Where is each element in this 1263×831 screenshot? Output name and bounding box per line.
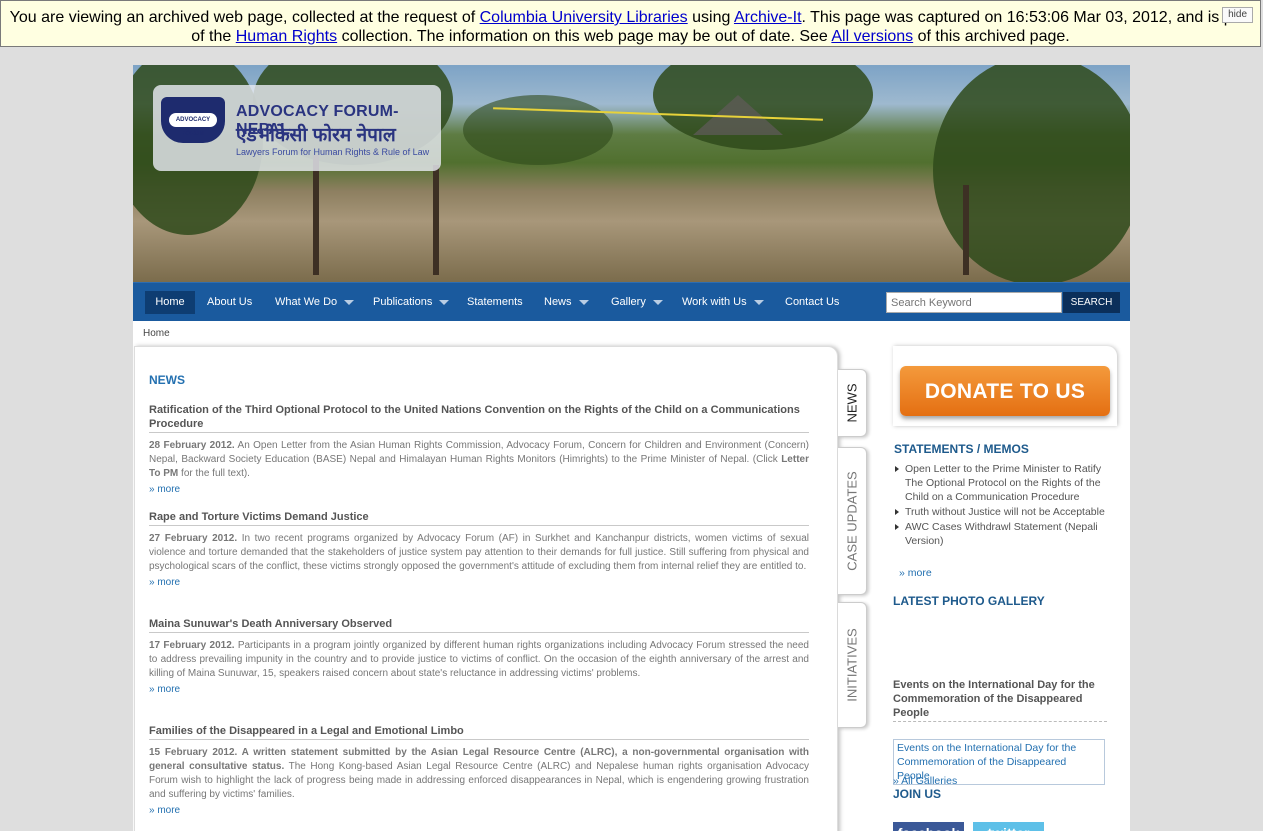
nav-what-we-do[interactable]: What We Do	[275, 291, 355, 314]
news-article: Rape and Torture Victims Demand Justice …	[149, 510, 809, 588]
tab-case-updates[interactable]: CASE UPDATES	[838, 447, 867, 595]
hide-banner-button[interactable]: hide	[1222, 7, 1253, 23]
article-summary: 27 February 2012. In two recent programs…	[149, 533, 809, 572]
search-input[interactable]	[886, 292, 1062, 313]
gallery-title[interactable]: Events on the International Day for the …	[893, 678, 1107, 722]
chevron-down-icon	[652, 299, 663, 305]
chevron-down-icon	[344, 299, 355, 305]
list-item[interactable]: Truth without Justice will not be Accept…	[894, 505, 1108, 519]
nav-contact-us[interactable]: Contact Us	[785, 291, 839, 314]
nav-work-with-us[interactable]: Work with Us	[682, 291, 764, 314]
statements-list: Open Letter to the Prime Minister to Rat…	[894, 462, 1108, 549]
chevron-down-icon	[439, 299, 450, 305]
article-title[interactable]: Families of the Disappeared in a Legal a…	[149, 724, 809, 740]
banner-text-2: using	[687, 9, 734, 26]
donate-panel: DONATE TO US	[893, 346, 1117, 426]
statements-more-link[interactable]: » more	[899, 567, 932, 579]
facebook-button[interactable]: facebook	[893, 822, 964, 831]
donate-button[interactable]: DONATE TO US	[900, 366, 1110, 416]
nav-news[interactable]: News	[544, 291, 589, 314]
twitter-button[interactable]: twitter	[973, 822, 1044, 831]
gallery-heading: LATEST PHOTO GALLERY	[893, 594, 1045, 608]
main-nav: Home About Us What We Do Publications St…	[133, 282, 1130, 321]
search-button[interactable]: SEARCH	[1063, 292, 1120, 313]
statements-heading: STATEMENTS / MEMOS	[894, 442, 1029, 456]
logo-emblem-icon: ADVOCACY FORUM	[161, 97, 225, 143]
site-logo[interactable]: ADVOCACY FORUM ADVOCACY FORUM-NEPAL एडभो…	[153, 85, 441, 171]
news-heading: NEWS	[149, 373, 185, 387]
chevron-down-icon	[753, 299, 764, 305]
chevron-down-icon	[578, 299, 589, 305]
nav-gallery-label: Gallery	[611, 296, 646, 308]
nav-news-label: News	[544, 296, 572, 308]
tab-news[interactable]: NEWS	[838, 369, 867, 437]
join-us-heading: JOIN US	[893, 787, 942, 801]
banner-text-1: You are viewing an archived web page, co…	[9, 9, 480, 26]
nav-gallery[interactable]: Gallery	[611, 291, 663, 314]
nav-about-us[interactable]: About Us	[207, 291, 252, 314]
read-more-link[interactable]: » more	[149, 684, 809, 695]
list-item[interactable]: AWC Cases Withdrawl Statement (Nepali Ve…	[894, 520, 1108, 548]
article-summary: 15 February 2012. A written statement su…	[149, 747, 809, 800]
article-title[interactable]: Maina Sunuwar's Death Anniversary Observ…	[149, 617, 809, 633]
read-more-link[interactable]: » more	[149, 484, 809, 495]
archive-banner: You are viewing an archived web page, co…	[0, 0, 1261, 47]
article-title[interactable]: Rape and Torture Victims Demand Justice	[149, 510, 809, 526]
header-banner-photo: ADVOCACY FORUM ADVOCACY FORUM-NEPAL एडभो…	[133, 65, 1130, 282]
news-article: Families of the Disappeared in a Legal a…	[149, 724, 809, 816]
archive-it-link[interactable]: Archive-It	[734, 9, 802, 26]
news-panel: NEWS Ratification of the Third Optional …	[134, 346, 838, 831]
article-summary: 28 February 2012. An Open Letter from th…	[149, 440, 810, 479]
sidebar: DONATE TO US STATEMENTS / MEMOS Open Let…	[890, 346, 1120, 831]
banner-text-4: collection. The information on this web …	[337, 28, 832, 45]
nav-home[interactable]: Home	[145, 291, 195, 314]
logo-tagline: Lawyers Forum for Human Rights & Rule of…	[236, 147, 430, 157]
columbia-libraries-link[interactable]: Columbia University Libraries	[480, 9, 688, 26]
all-versions-link[interactable]: All versions	[831, 28, 913, 45]
nav-statements[interactable]: Statements	[467, 291, 523, 314]
nav-publications[interactable]: Publications	[373, 291, 450, 314]
news-article: Ratification of the Third Optional Proto…	[149, 403, 809, 495]
tab-initiatives[interactable]: INITIATIVES	[838, 602, 867, 728]
article-summary: 17 February 2012. Participants in a prog…	[149, 640, 809, 679]
read-more-link[interactable]: » more	[149, 805, 809, 816]
all-galleries-link[interactable]: » All Galleries	[893, 775, 957, 787]
list-item[interactable]: Open Letter to the Prime Minister to Rat…	[894, 462, 1108, 504]
banner-text-5: of this archived page.	[913, 28, 1070, 45]
breadcrumb[interactable]: Home	[143, 328, 170, 339]
site-container: ADVOCACY FORUM ADVOCACY FORUM-NEPAL एडभो…	[133, 65, 1130, 831]
nav-publications-label: Publications	[373, 296, 433, 308]
news-article: Maina Sunuwar's Death Anniversary Observ…	[149, 617, 809, 695]
read-more-link[interactable]: » more	[149, 577, 809, 588]
nav-work-with-us-label: Work with Us	[682, 296, 747, 308]
logo-native-title: एडभोकेसी फोरम नेपाल	[236, 125, 396, 146]
nav-what-we-do-label: What We Do	[275, 296, 338, 308]
article-title[interactable]: Ratification of the Third Optional Proto…	[149, 403, 809, 433]
human-rights-collection-link[interactable]: Human Rights	[236, 28, 337, 45]
